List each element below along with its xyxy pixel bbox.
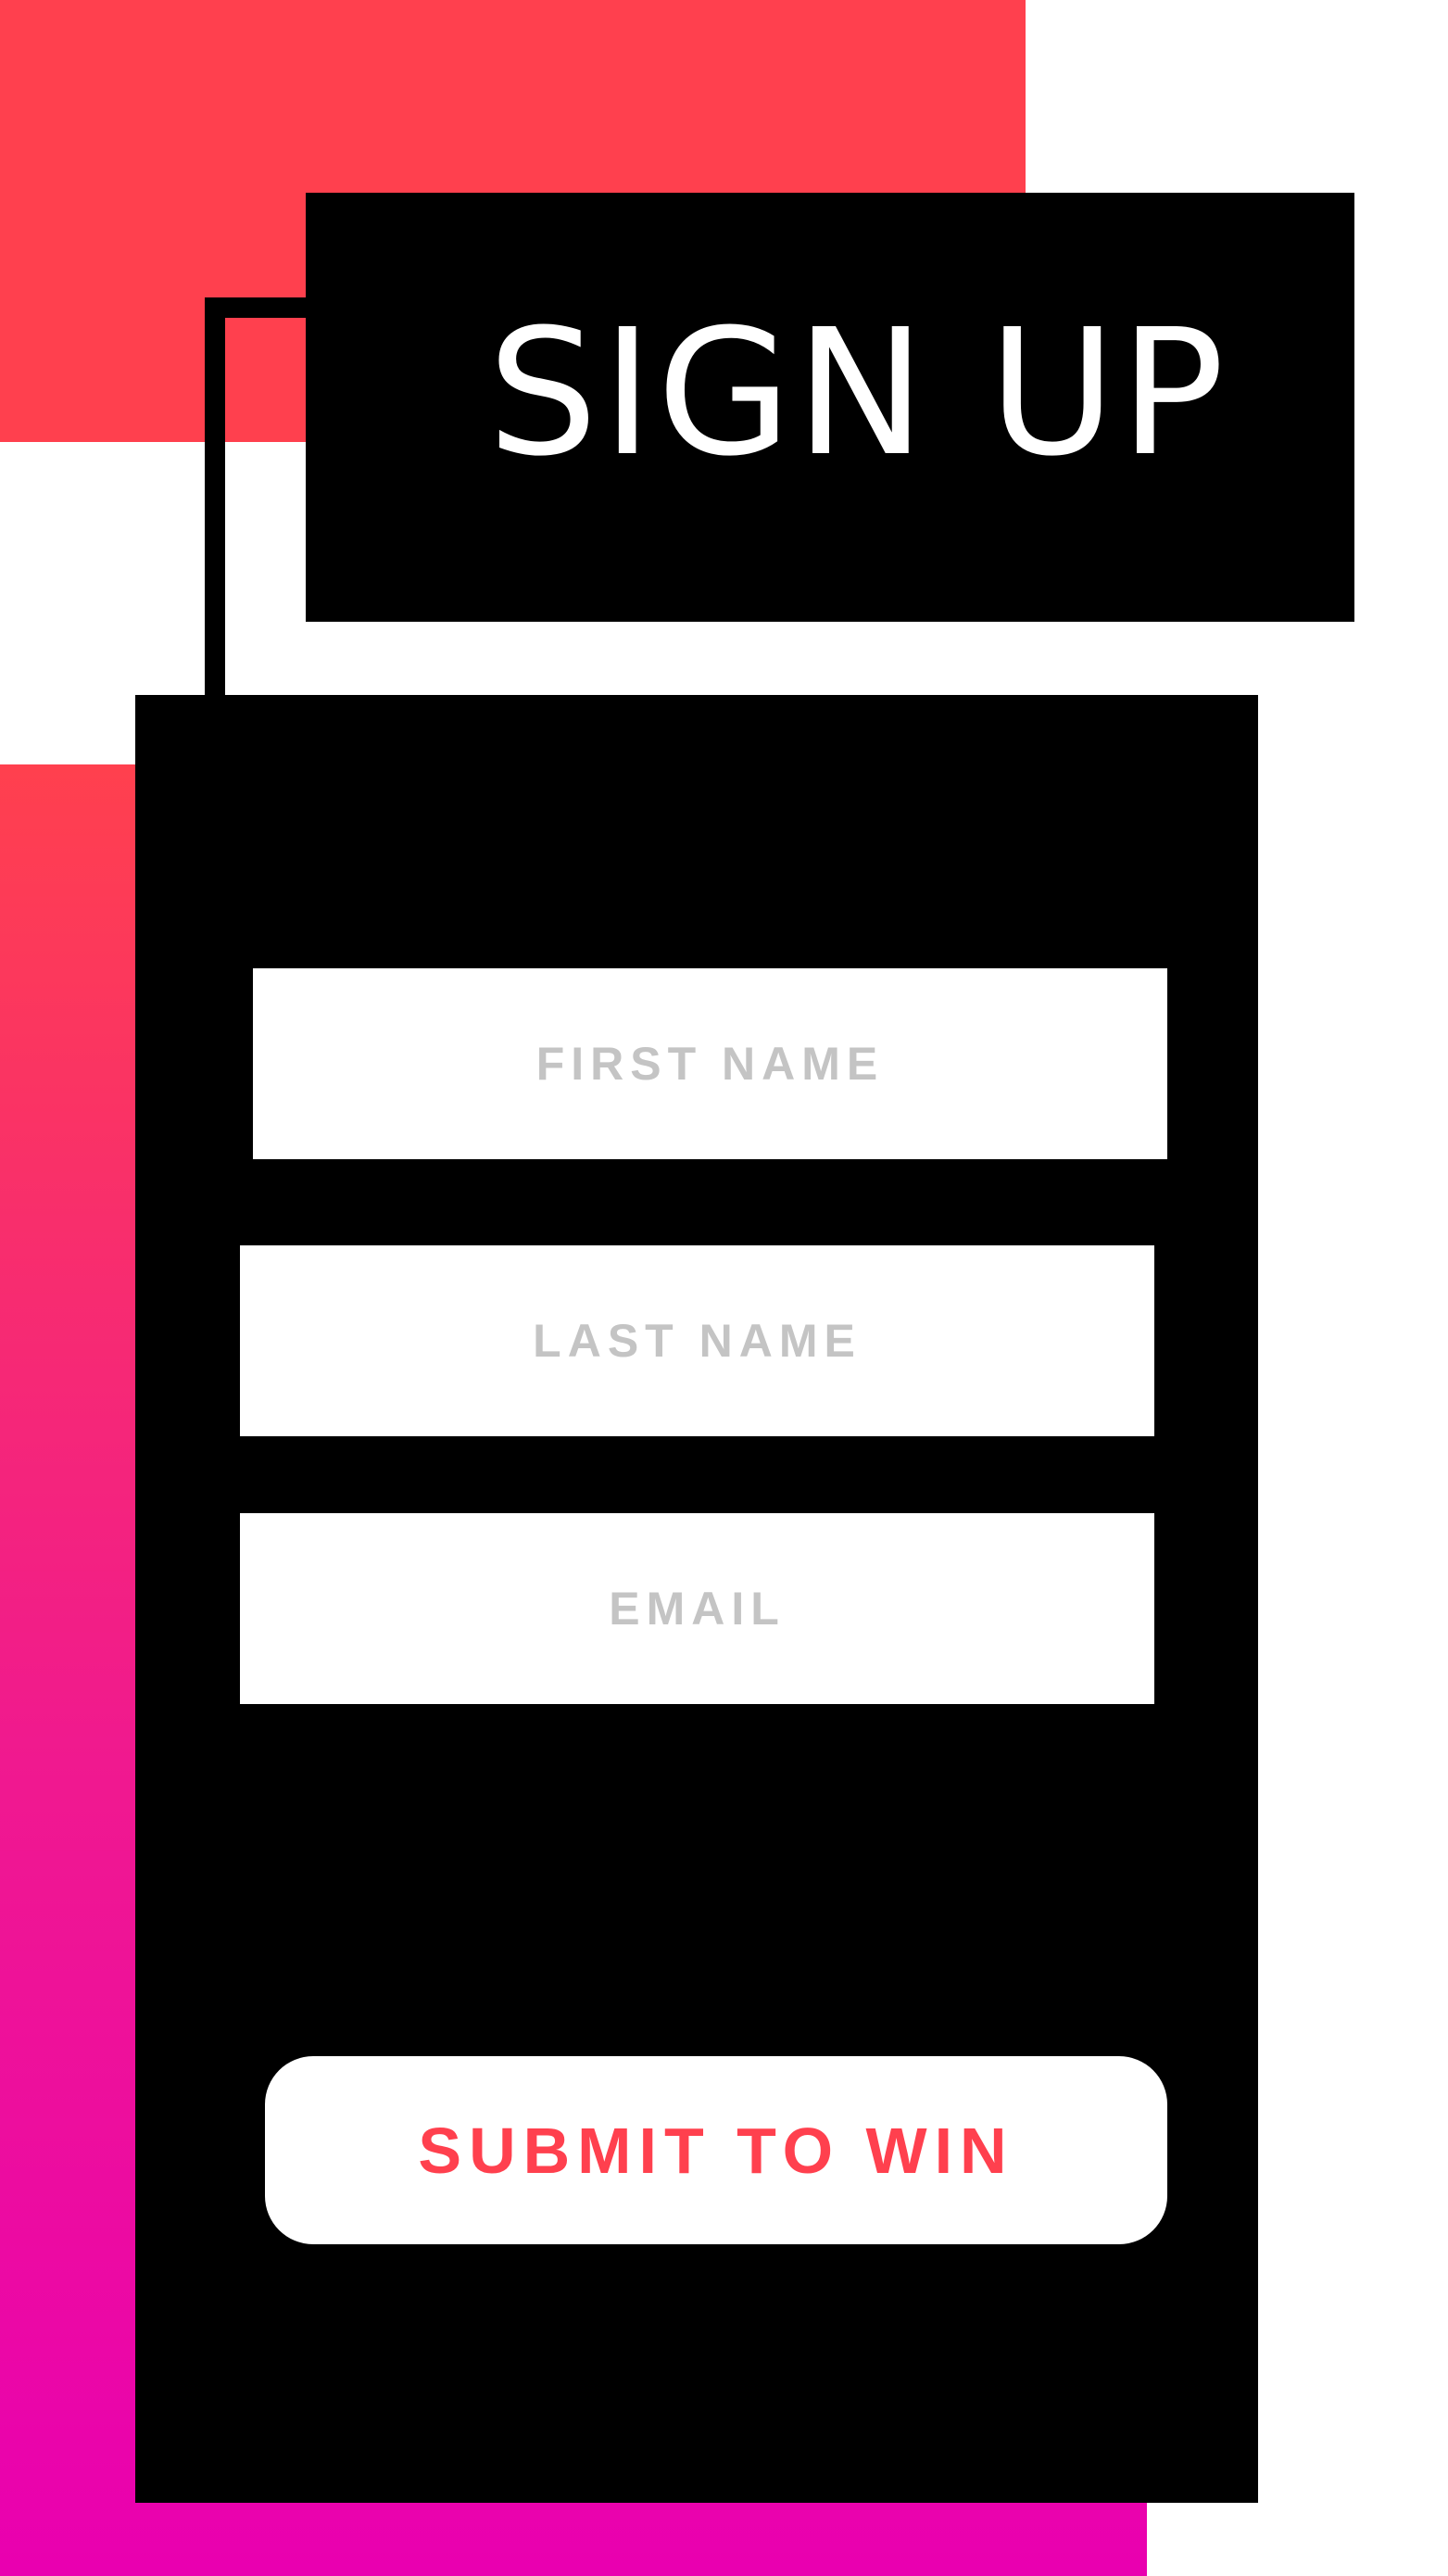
signup-page: SIGN UP SUBMIT TO WIN [0,0,1448,2576]
signup-form: SUBMIT TO WIN [135,695,1258,2503]
decorative-connector-line [205,297,306,696]
title-banner: SIGN UP [306,193,1354,622]
page-title: SIGN UP [487,291,1228,495]
submit-button[interactable]: SUBMIT TO WIN [265,2056,1167,2244]
email-input[interactable] [240,1513,1154,1704]
first-name-input[interactable] [253,968,1167,1159]
last-name-input[interactable] [240,1245,1154,1436]
